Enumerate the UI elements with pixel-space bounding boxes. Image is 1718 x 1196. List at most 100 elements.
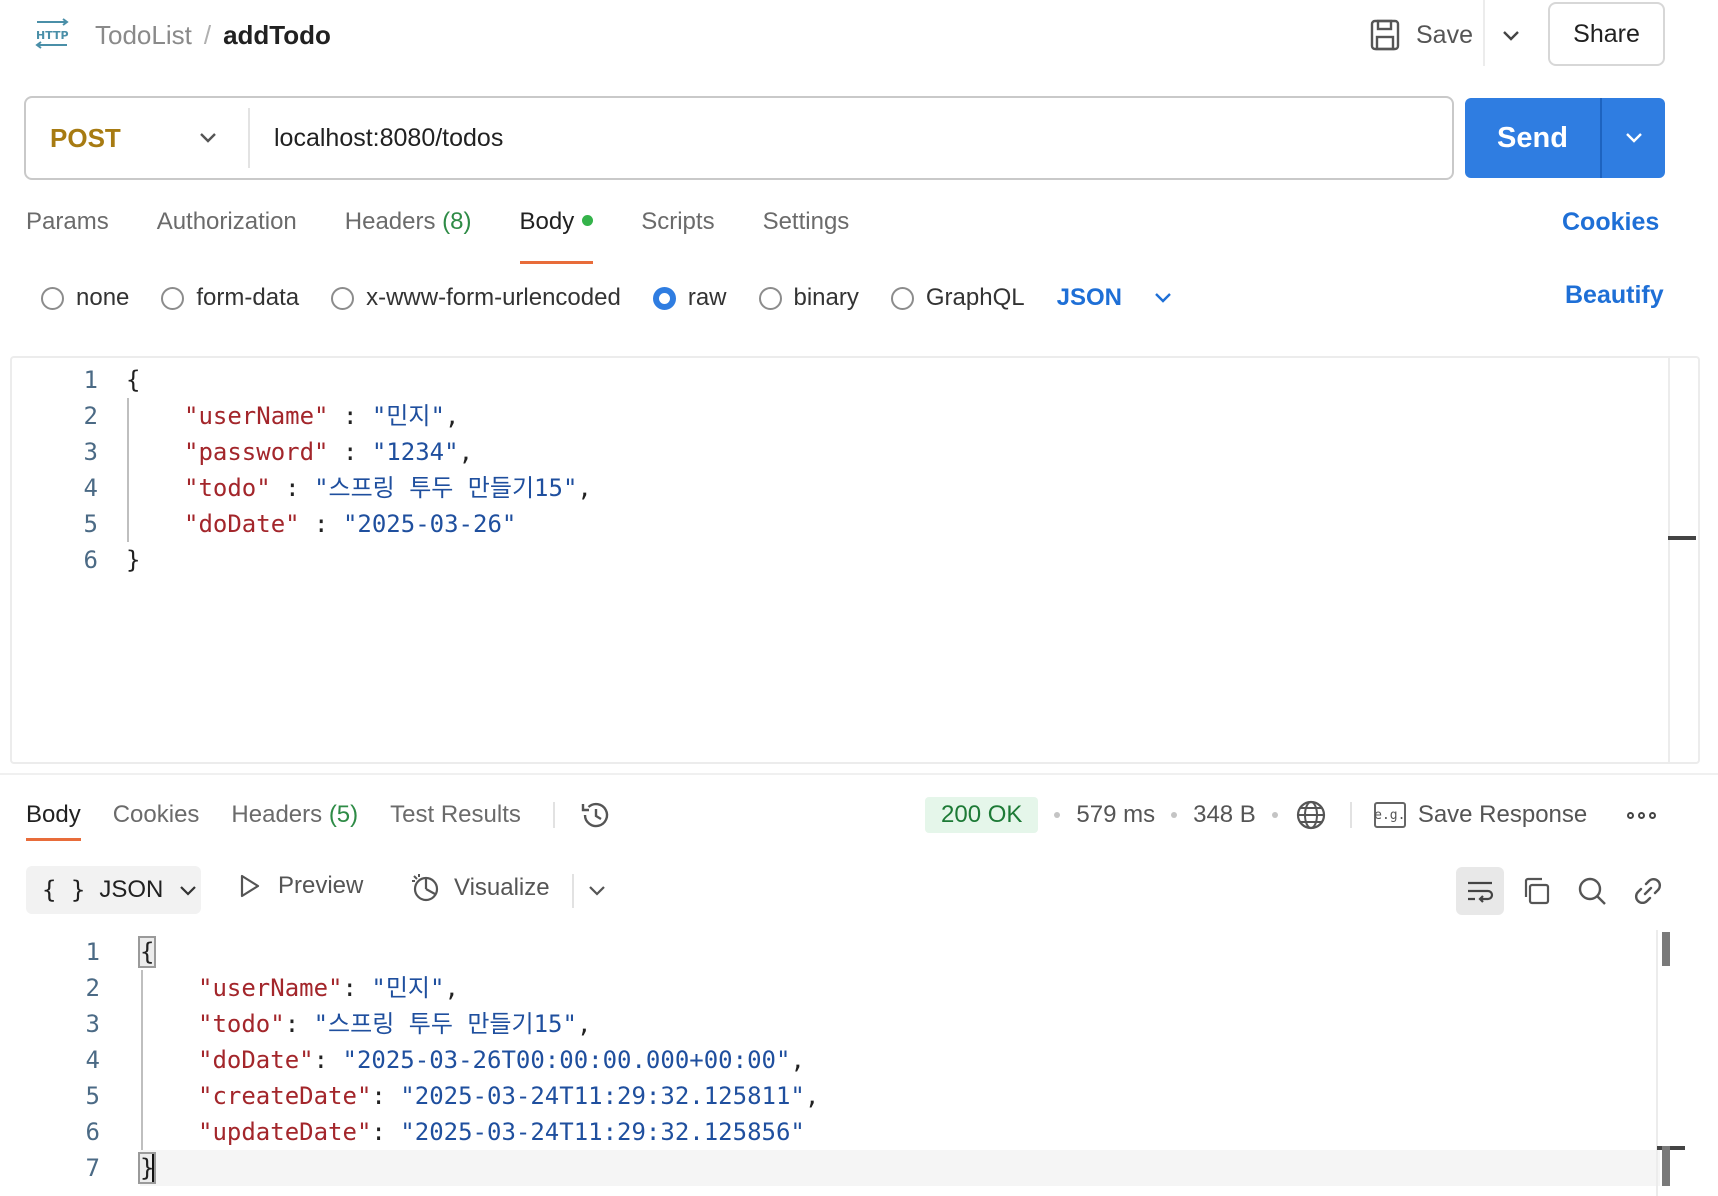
tab-settings[interactable]: Settings [763, 208, 850, 254]
text-cursor [152, 1154, 156, 1184]
toolbar-divider [572, 874, 574, 908]
json-trail: , [458, 438, 474, 466]
visualize-button[interactable]: Visualize [410, 872, 550, 904]
json-sep: : [371, 1118, 401, 1146]
send-button[interactable]: Send [1465, 98, 1600, 178]
body-type-binary[interactable]: binary [758, 284, 859, 312]
line-number: 7 [85, 1154, 100, 1182]
radio-form-data-label: form-data [196, 284, 300, 311]
json-value: "2025-03-26T00:00:00.000+00:00" [342, 1046, 791, 1074]
radio-urlencoded[interactable] [331, 286, 355, 310]
json-key: "todo" [198, 1010, 285, 1038]
beautify-button[interactable]: Beautify [1565, 281, 1664, 310]
open-brace: { [137, 936, 157, 968]
status-badge[interactable]: 200 OK [925, 797, 1039, 833]
raw-format-select[interactable]: JSON [1057, 284, 1176, 312]
json-value: "2025-03-24T11:29:32.125856" [400, 1118, 805, 1146]
scrollbar-thumb[interactable] [1662, 1146, 1670, 1186]
radio-graphql[interactable] [890, 286, 914, 310]
save-response-button[interactable]: e.g. Save Response [1373, 801, 1587, 829]
save-button[interactable]: Save [1370, 14, 1473, 56]
response-scrollbar[interactable] [1656, 930, 1686, 1196]
example-icon: e.g. [1373, 802, 1406, 828]
request-name[interactable]: addTodo [223, 18, 331, 52]
response-format-label: JSON [99, 876, 164, 903]
tab-params[interactable]: Params [26, 208, 109, 254]
tab-authorization[interactable]: Authorization [157, 208, 297, 254]
body-type-graphql[interactable]: GraphQL [890, 284, 1025, 312]
response-time[interactable]: 579 ms [1076, 801, 1155, 829]
json-key: "password" [184, 438, 329, 466]
breadcrumb-separator: / [203, 20, 212, 50]
code-line: { [137, 934, 819, 970]
breadcrumb-collection[interactable]: TodoList [95, 18, 192, 52]
json-trail: , [577, 474, 592, 502]
more-options-icon[interactable] [1627, 811, 1657, 819]
tab-headers[interactable]: Headers (8) [345, 208, 472, 254]
visualize-chevron-down-icon[interactable] [584, 878, 610, 904]
body-type-raw[interactable]: raw [652, 284, 727, 312]
code-line: "doDate": "2025-03-26T00:00:00.000+00:00… [140, 1042, 819, 1078]
json-key: "createDate" [198, 1082, 372, 1110]
line-number: 3 [85, 1010, 100, 1038]
body-type-none[interactable]: none [41, 284, 129, 312]
response-body-viewer[interactable]: 1 2 3 4 5 6 7 { "userName": "민지", "todo"… [0, 930, 1718, 1196]
preview-button[interactable]: Preview [236, 872, 363, 900]
save-label: Save [1416, 20, 1473, 49]
url-input[interactable] [274, 116, 1424, 160]
json-sep: : [313, 1046, 343, 1074]
scrollbar-cursor-marker [1668, 536, 1696, 540]
json-value: "스프링 투두 만들기15" [313, 1010, 577, 1038]
request-body-editor[interactable]: 1 2 3 4 5 6 { "userName" : "민지", "passwo… [10, 356, 1700, 764]
radio-raw[interactable] [652, 286, 676, 310]
line-number: 2 [85, 974, 100, 1002]
wrap-lines-icon[interactable] [1456, 867, 1504, 915]
json-key: "doDate" [184, 510, 300, 538]
search-icon[interactable] [1568, 867, 1616, 915]
response-line-numbers: 1 2 3 4 5 6 7 [54, 934, 100, 1186]
raw-format-chevron-down-icon [1155, 293, 1171, 303]
close-brace: } [126, 546, 141, 574]
line-number: 6 [83, 546, 98, 574]
json-trail: , [444, 974, 459, 1002]
radio-urlencoded-label: x-www-form-urlencoded [366, 284, 621, 311]
globe-icon[interactable] [1294, 798, 1328, 832]
radio-raw-label: raw [687, 284, 727, 311]
radio-binary[interactable] [758, 286, 782, 310]
json-sep: : [284, 1010, 314, 1038]
body-type-urlencoded[interactable]: x-www-form-urlencoded [331, 284, 621, 312]
send-options-chevron-down-icon[interactable] [1602, 98, 1665, 178]
copy-icon[interactable] [1512, 867, 1560, 915]
line-number: 6 [85, 1118, 100, 1146]
save-options-chevron-icon[interactable] [1496, 20, 1526, 50]
response-tab-body[interactable]: Body [26, 801, 81, 841]
radio-none[interactable] [41, 286, 64, 310]
scrollbar-thumb[interactable] [1662, 932, 1670, 966]
breadcrumb: TodoList / addTodo [95, 18, 331, 52]
response-tab-headers[interactable]: Headers (5) [231, 801, 358, 829]
share-button[interactable]: Share [1548, 2, 1665, 66]
line-number: 3 [83, 438, 98, 466]
line-number: 1 [83, 366, 98, 394]
response-tab-divider [552, 802, 555, 828]
response-tab-test-results[interactable]: Test Results [390, 801, 521, 829]
json-sep: : [328, 402, 372, 430]
response-divider[interactable] [0, 773, 1718, 775]
play-icon [240, 874, 260, 898]
cookies-link[interactable]: Cookies [1562, 208, 1659, 237]
response-tab-cookies[interactable]: Cookies [113, 801, 200, 829]
link-icon[interactable] [1624, 867, 1672, 915]
method-chevron-down-icon[interactable] [194, 124, 222, 152]
body-type-form-data[interactable]: form-data [161, 284, 299, 312]
history-icon[interactable] [579, 798, 613, 832]
tab-body[interactable]: Body [519, 208, 594, 264]
response-format-select[interactable]: { } JSON [26, 866, 201, 914]
request-editor-scrollbar[interactable] [1668, 358, 1698, 762]
response-tab-headers-label: Headers [231, 801, 323, 828]
tab-scripts[interactable]: Scripts [641, 208, 714, 254]
response-size[interactable]: 348 B [1193, 801, 1256, 829]
json-sep: : [328, 438, 372, 466]
json-sep: : [371, 1082, 401, 1110]
code-line: "todo": "스프링 투두 만들기15", [140, 1006, 819, 1042]
radio-form-data[interactable] [161, 286, 185, 310]
